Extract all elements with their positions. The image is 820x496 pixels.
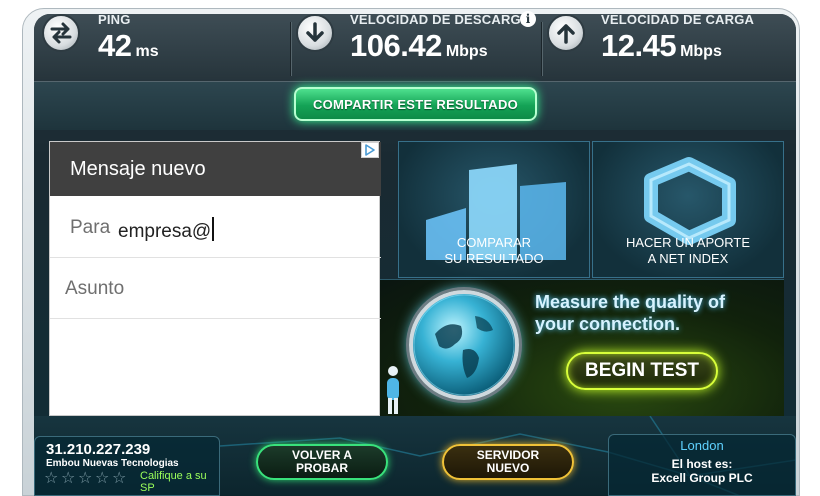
download-unit: Mbps (445, 43, 488, 60)
compare-label: COMPARAR SU RESULTADO (399, 235, 589, 267)
to-field-row[interactable]: Para empresa@ (50, 197, 381, 258)
upload-label: VELOCIDAD DE CARGA (601, 12, 755, 27)
globe-icon (409, 290, 519, 400)
to-label: Para (70, 217, 111, 238)
arrow-down-icon (296, 14, 334, 52)
net-index-tile[interactable]: HACER UN APORTE A NET INDEX (592, 141, 784, 278)
ping-label: PING (98, 12, 131, 27)
upload-unit: Mbps (680, 43, 722, 60)
stat-divider (541, 22, 543, 76)
stat-divider (290, 22, 292, 76)
download-label: VELOCIDAD DE DESCARGA (350, 12, 531, 27)
upload-number: 12.45 (601, 28, 677, 63)
upload-value: 12.45 Mbps (601, 28, 722, 64)
retest-line2: PROBAR (295, 461, 348, 475)
to-input[interactable]: empresa@ (118, 217, 215, 243)
ping-number: 42 (98, 28, 132, 63)
person-icon (387, 366, 399, 414)
banner-tagline-line2: your connection. (535, 314, 681, 334)
arrow-up-icon (547, 14, 585, 52)
new-server-button[interactable]: SERVIDOR NUEVO (442, 444, 574, 480)
info-icon[interactable]: i (520, 11, 536, 27)
compare-label-line2: SU RESULTADO (444, 251, 544, 266)
subject-input[interactable]: Asunto (65, 278, 124, 300)
upload-stat: VELOCIDAD DE CARGA 12.45 Mbps (547, 0, 792, 68)
share-result-button[interactable]: COMPARTIR ESTE RESULTADO (294, 87, 537, 121)
subject-field-row[interactable]: Asunto (50, 258, 381, 319)
begin-test-button[interactable]: BEGIN TEST (566, 352, 718, 390)
text-cursor (212, 217, 215, 241)
isp-rating-stars[interactable]: ☆ ☆ ☆ ☆ ☆ (44, 470, 127, 486)
star-icon[interactable]: ☆ (44, 470, 59, 486)
compare-results-tile[interactable]: COMPARAR SU RESULTADO (398, 141, 590, 278)
rate-isp-line2: SP (140, 482, 155, 494)
ip-address: 31.210.227.239 (46, 441, 151, 458)
net-index-label-line1: HACER UN APORTE (625, 235, 750, 250)
retest-button[interactable]: VOLVER A PROBAR (256, 444, 388, 480)
message-title: Mensaje nuevo (70, 158, 206, 180)
star-icon[interactable]: ☆ (95, 470, 110, 486)
banner-tagline-line1: Measure the quality of (535, 292, 726, 312)
download-stat: VELOCIDAD DE DESCARGA i 106.42 Mbps (296, 0, 542, 68)
server-city: London (680, 438, 724, 453)
host-name: Excell Group PLC (651, 471, 753, 485)
star-icon[interactable]: ☆ (78, 470, 93, 486)
banner-tagline: Measure the quality of your connection. (535, 291, 725, 335)
star-icon[interactable]: ☆ (112, 470, 127, 486)
download-number: 106.42 (350, 28, 442, 63)
swap-arrows-icon (42, 14, 80, 52)
ping-stat: PING 42 ms (42, 0, 292, 68)
net-index-label: HACER UN APORTE A NET INDEX (593, 235, 783, 267)
new-server-line2: NUEVO (486, 461, 530, 475)
message-header: Mensaje nuevo (50, 142, 381, 196)
adchoices-icon[interactable] (361, 142, 379, 158)
ping-value: 42 ms (98, 28, 159, 64)
star-icon[interactable]: ☆ (61, 470, 76, 486)
new-message-ad[interactable]: Mensaje nuevo Para empresa@ Asunto (49, 141, 381, 416)
compare-label-line1: COMPARAR (456, 235, 532, 250)
download-value: 106.42 Mbps (350, 28, 488, 64)
rate-isp-line1: Califique a su (140, 470, 207, 482)
net-index-label-line2: A NET INDEX (647, 251, 729, 266)
ping-unit: ms (135, 43, 159, 60)
rate-isp-text: Califique a su SP (140, 470, 207, 494)
host-label: El host es: (671, 457, 733, 471)
to-input-value: empresa@ (118, 221, 212, 242)
